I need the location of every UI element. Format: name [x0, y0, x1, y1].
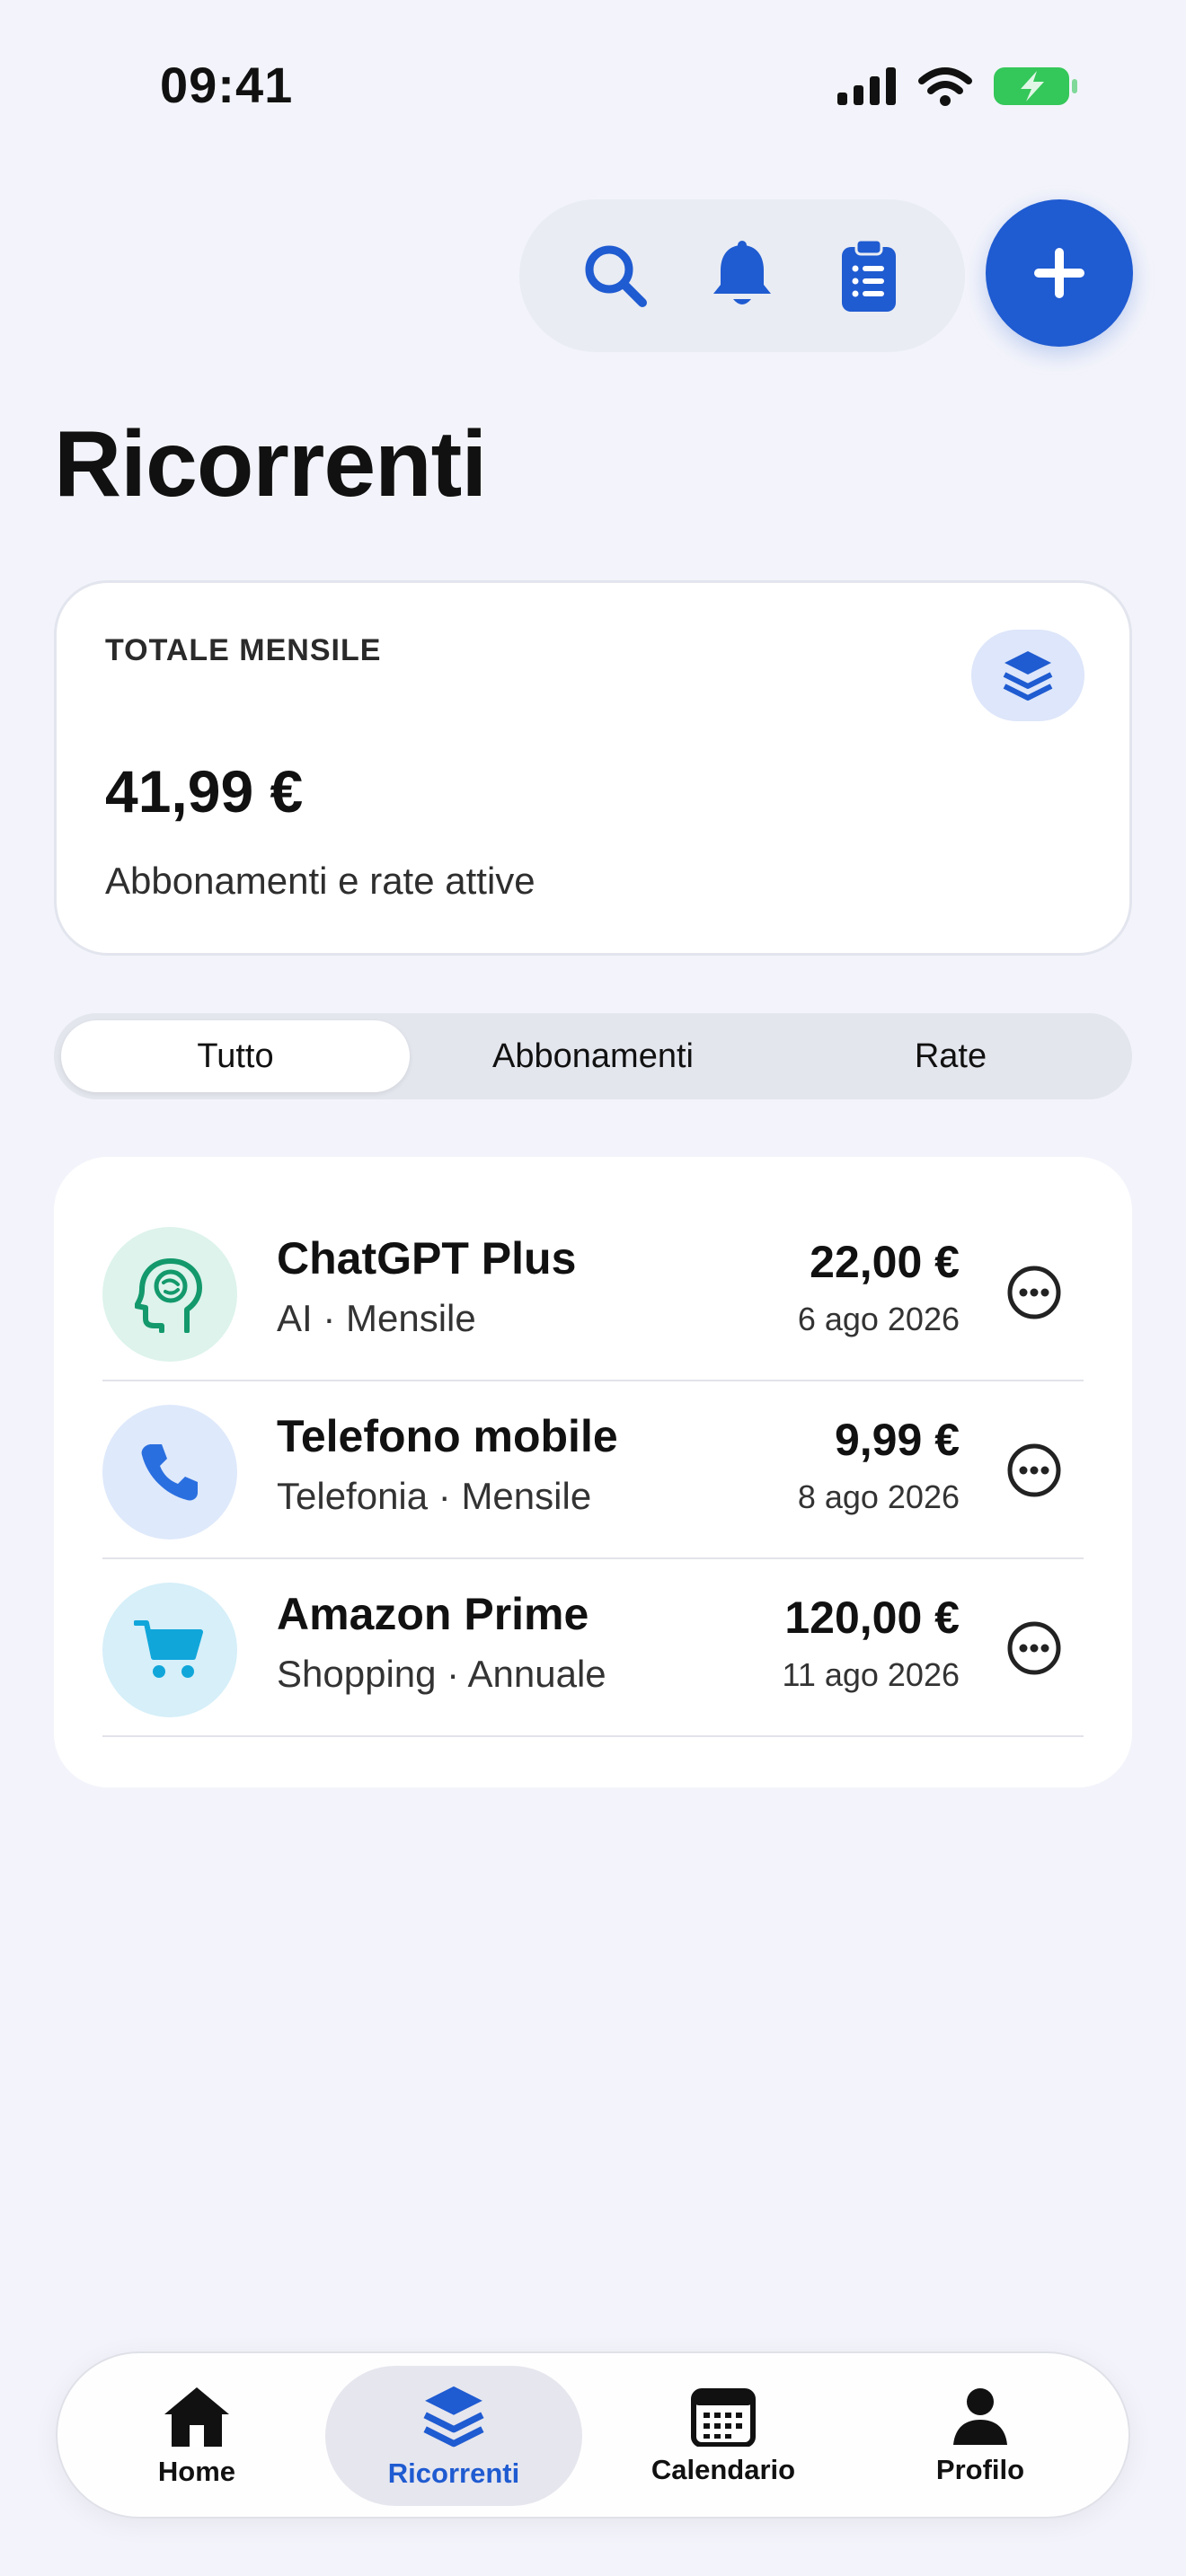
plus-icon [1034, 248, 1084, 298]
tab-ricorrenti[interactable]: Ricorrenti [325, 2366, 582, 2506]
tab-tutto[interactable]: Tutto [61, 1020, 410, 1092]
clipboard-list-icon [842, 238, 897, 312]
item-date: 11 ago 2026 [782, 1656, 960, 1693]
page-title: Ricorrenti [54, 412, 487, 516]
item-title: ChatGPT Plus [277, 1233, 577, 1284]
item-subtitle: Telefonia · Mensile [277, 1475, 592, 1517]
item-more-button[interactable] [1003, 1439, 1066, 1502]
item-avatar [102, 1405, 237, 1539]
monthly-total-card: TOTALE MENSILE 41,99 € Abbonamenti e rat… [54, 580, 1132, 956]
item-date: 6 ago 2026 [797, 1301, 960, 1337]
more-options-icon [1007, 1443, 1061, 1497]
phone-icon [141, 1444, 198, 1501]
cart-icon [134, 1620, 203, 1678]
header-actions [519, 199, 965, 352]
bell-icon [712, 241, 771, 304]
item-subtitle: Shopping · Annuale [277, 1653, 606, 1695]
item-amount: 9,99 € [834, 1415, 960, 1465]
tab-rate[interactable]: Rate [776, 1020, 1125, 1092]
search-icon [585, 245, 647, 307]
battery-charging-icon [994, 67, 1077, 105]
total-amount: 41,99 € [105, 758, 304, 825]
cellular-signal-icon [837, 67, 896, 105]
tab-profilo[interactable]: Profilo [852, 2366, 1109, 2506]
filter-segmented-control: Tutto Abbonamenti Rate [54, 1013, 1132, 1099]
notifications-button[interactable] [702, 235, 783, 316]
list-item[interactable]: Telefono mobile Telefonia · Mensile 9,99… [102, 1381, 1084, 1559]
item-title: Amazon Prime [277, 1589, 589, 1639]
person-icon [953, 2388, 1007, 2445]
total-label: TOTALE MENSILE [105, 633, 382, 667]
tab-abbonamenti[interactable]: Abbonamenti [417, 1020, 769, 1092]
more-options-icon [1007, 1266, 1061, 1319]
recurring-list: ChatGPT Plus AI · Mensile 22,00 € 6 ago … [54, 1157, 1132, 1787]
tab-calendario[interactable]: Calendario [595, 2366, 852, 2506]
tab-label: Tutto [197, 1037, 274, 1075]
stack-icon [1003, 651, 1053, 701]
more-options-icon [1007, 1621, 1061, 1675]
item-more-button[interactable] [1003, 1261, 1066, 1324]
status-time: 09:41 [160, 57, 294, 113]
search-button[interactable] [575, 235, 656, 316]
total-subtitle: Abbonamenti e rate attive [105, 860, 535, 902]
status-icons [837, 59, 1082, 113]
tab-label: Ricorrenti [387, 2457, 520, 2489]
item-date: 8 ago 2026 [797, 1478, 960, 1515]
list-item[interactable]: Amazon Prime Shopping · Annuale 120,00 €… [102, 1559, 1084, 1737]
item-title: Telefono mobile [277, 1411, 618, 1461]
stack-icon [423, 2386, 484, 2448]
item-amount: 120,00 € [784, 1592, 960, 1643]
item-amount: 22,00 € [810, 1237, 960, 1287]
item-avatar [102, 1583, 237, 1717]
wifi-icon [918, 67, 972, 106]
add-button[interactable] [986, 199, 1133, 347]
item-avatar [102, 1227, 237, 1362]
tab-home[interactable]: Home [68, 2366, 325, 2506]
house-icon [164, 2387, 229, 2447]
tab-label: Profilo [935, 2454, 1025, 2485]
tab-label: Home [157, 2456, 236, 2487]
checklist-button[interactable] [828, 235, 909, 316]
calendar-icon [691, 2388, 756, 2447]
bottom-tab-bar: Home Ricorrenti Calendario Profilo [56, 2351, 1130, 2519]
item-subtitle: AI · Mensile [277, 1297, 476, 1339]
brain-icon [135, 1258, 202, 1333]
tab-label: Calendario [651, 2454, 796, 2485]
tab-label: Abbonamenti [492, 1037, 694, 1075]
list-item[interactable]: ChatGPT Plus AI · Mensile 22,00 € 6 ago … [102, 1204, 1084, 1381]
tab-label: Rate [914, 1037, 987, 1075]
total-badge [971, 630, 1084, 721]
item-more-button[interactable] [1003, 1617, 1066, 1680]
